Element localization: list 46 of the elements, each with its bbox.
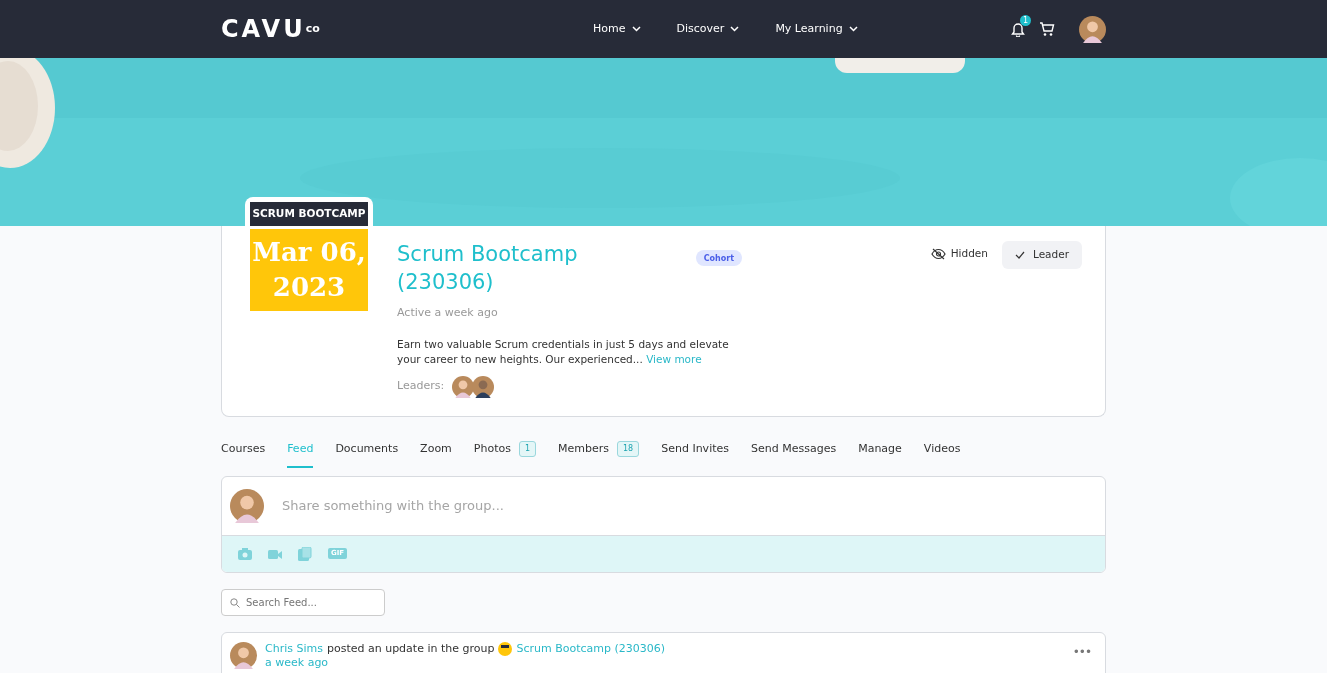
tab[interactable]: Documents — [335, 441, 399, 468]
camera-icon — [238, 546, 252, 561]
document-icon — [298, 546, 312, 561]
chevron-down-icon — [730, 26, 740, 32]
check-icon — [1015, 250, 1025, 259]
nav-menu-item[interactable]: Discover — [670, 19, 746, 39]
tab[interactable]: Send Invites — [661, 441, 729, 468]
avatar — [230, 488, 264, 523]
date-text: Mar 06, 2023 — [250, 228, 368, 311]
group-description: Earn two valuable Scrum credentials in just 5 days and elevate your career to new heights. Our experienced... View more — [397, 337, 730, 368]
tab[interactable]: Photos 1 — [473, 441, 537, 468]
camera-button[interactable] — [238, 546, 252, 561]
post-headline: Chris Sims posted an update in the group Scrum Bootcamp (230306) — [265, 641, 666, 657]
nav-menu-item[interactable]: Home — [587, 19, 647, 39]
tab[interactable]: Members 18 — [558, 441, 640, 468]
avatar[interactable] — [472, 375, 495, 398]
count-badge: 1 — [518, 441, 537, 458]
chevron-down-icon — [848, 26, 858, 32]
count-badge: 18 — [617, 441, 640, 458]
date-label: SCRUM BOOTCAMP — [250, 202, 368, 226]
search-icon — [230, 597, 240, 608]
logo[interactable]: CAVU$^{co}$ — [221, 11, 320, 47]
group-title: Scrum Bootcamp (230306) — [397, 241, 579, 297]
nav-menu-item[interactable]: My Learning — [769, 19, 864, 39]
eye-slash-icon — [930, 247, 946, 260]
leaders-label: Leaders: — [397, 378, 445, 395]
hidden-button[interactable]: Hidden — [924, 245, 994, 263]
group-badge-icon — [498, 641, 513, 656]
notifications-button[interactable] — [1011, 21, 1025, 37]
document-button[interactable] — [298, 546, 312, 561]
tab[interactable]: Courses — [221, 441, 266, 468]
search-field[interactable]: Search Feed... — [221, 588, 385, 616]
cart-icon — [1039, 21, 1055, 37]
cart-button[interactable] — [1039, 21, 1055, 37]
leader-button[interactable]: Leader — [1002, 241, 1082, 269]
activity-text: Active a week ago — [397, 304, 499, 321]
more-options-button[interactable]: ••• — [1066, 641, 1097, 662]
tab[interactable]: Videos — [923, 441, 961, 468]
avatar[interactable] — [1079, 15, 1106, 43]
tab[interactable]: Manage — [858, 441, 902, 468]
group-type-tag: Cohort — [695, 250, 742, 266]
tab[interactable]: Send Messages — [751, 441, 837, 468]
notification-count: 1 — [1020, 15, 1031, 26]
bell-icon — [1011, 21, 1025, 37]
tab[interactable]: Zoom — [420, 441, 452, 468]
chevron-down-icon — [631, 26, 641, 32]
